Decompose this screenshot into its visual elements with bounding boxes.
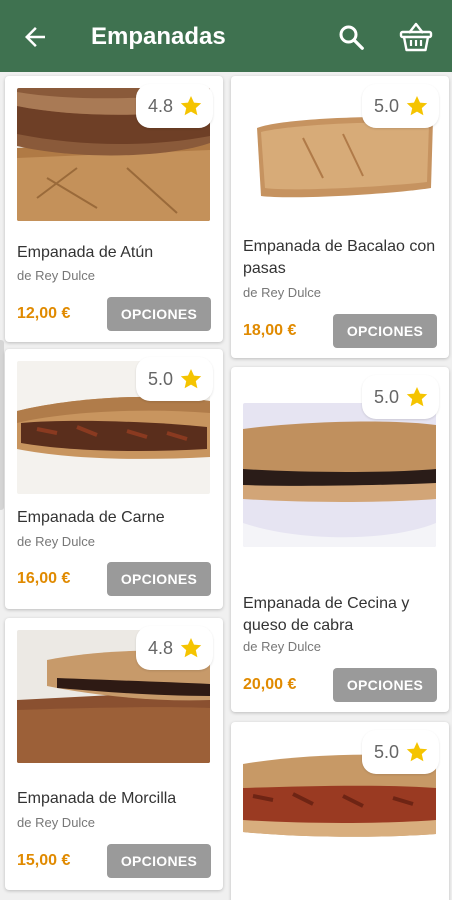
star-icon (406, 96, 428, 116)
product-card[interactable]: 5.0 Empanada de Bacalao con pasas de Rey… (231, 76, 449, 358)
rating-value: 5.0 (373, 741, 399, 762)
rating-badge: 5.0 (361, 84, 439, 128)
rating-badge: 4.8 (135, 84, 213, 128)
options-button[interactable]: OPCIONES (107, 562, 211, 596)
product-image (243, 403, 436, 547)
rating-value: 5.0 (373, 386, 399, 407)
rating-value: 5.0 (373, 95, 399, 116)
product-name: Empanada de Cecina y queso de cabra (243, 595, 410, 634)
arrow-left-icon[interactable] (20, 22, 50, 52)
product-card[interactable]: 4.8 Empanada de Atún de Rey Dulce 12,00 … (5, 76, 223, 342)
product-price: 12,00 € (17, 305, 71, 322)
star-icon (180, 638, 202, 658)
rating-badge: 5.0 (361, 375, 439, 419)
options-button[interactable]: OPCIONES (107, 844, 211, 878)
product-vendor: de Rey Dulce (243, 285, 322, 300)
product-vendor: de Rey Dulce (17, 534, 96, 549)
star-icon (406, 742, 428, 762)
rating-badge: 4.8 (135, 626, 213, 670)
product-name: Empanada de Bacalao con pasas (243, 238, 436, 277)
basket-icon[interactable] (398, 20, 434, 54)
product-price: 15,00 € (17, 852, 71, 869)
product-card[interactable]: 4.8 Empanada de Morcilla de Rey Dulce 15… (5, 618, 223, 890)
drawer-handle[interactable] (0, 340, 4, 510)
product-name: Empanada de Carne (17, 509, 165, 526)
page-title: Empanadas (91, 23, 226, 50)
rating-value: 5.0 (147, 368, 173, 389)
options-button[interactable]: OPCIONES (333, 668, 437, 702)
rating-value: 4.8 (147, 95, 173, 116)
product-card[interactable]: 5.0 Empanada de Cecina y queso de cabra … (231, 367, 449, 712)
product-grid: 4.8 Empanada de Atún de Rey Dulce 12,00 … (0, 72, 452, 900)
star-icon (406, 387, 428, 407)
product-price: 20,00 € (243, 676, 297, 693)
options-button[interactable]: OPCIONES (107, 297, 211, 331)
rating-badge: 5.0 (135, 357, 213, 401)
product-price: 16,00 € (17, 570, 71, 587)
app-bar: Empanadas (0, 0, 452, 72)
options-button[interactable]: OPCIONES (333, 314, 437, 348)
product-vendor: de Rey Dulce (17, 268, 96, 283)
rating-value: 4.8 (147, 637, 173, 658)
product-vendor: de Rey Dulce (243, 639, 322, 654)
product-card[interactable]: 5.0 Empanada de Carne de Rey Dulce 16,00… (5, 349, 223, 609)
product-vendor: de Rey Dulce (17, 815, 96, 830)
product-card[interactable]: 5.0 (231, 722, 449, 900)
product-name: Empanada de Atún (17, 244, 154, 261)
search-icon[interactable] (336, 22, 366, 52)
rating-badge: 5.0 (361, 730, 439, 774)
star-icon (180, 96, 202, 116)
star-icon (180, 369, 202, 389)
product-price: 18,00 € (243, 322, 297, 339)
product-name: Empanada de Morcilla (17, 790, 177, 807)
